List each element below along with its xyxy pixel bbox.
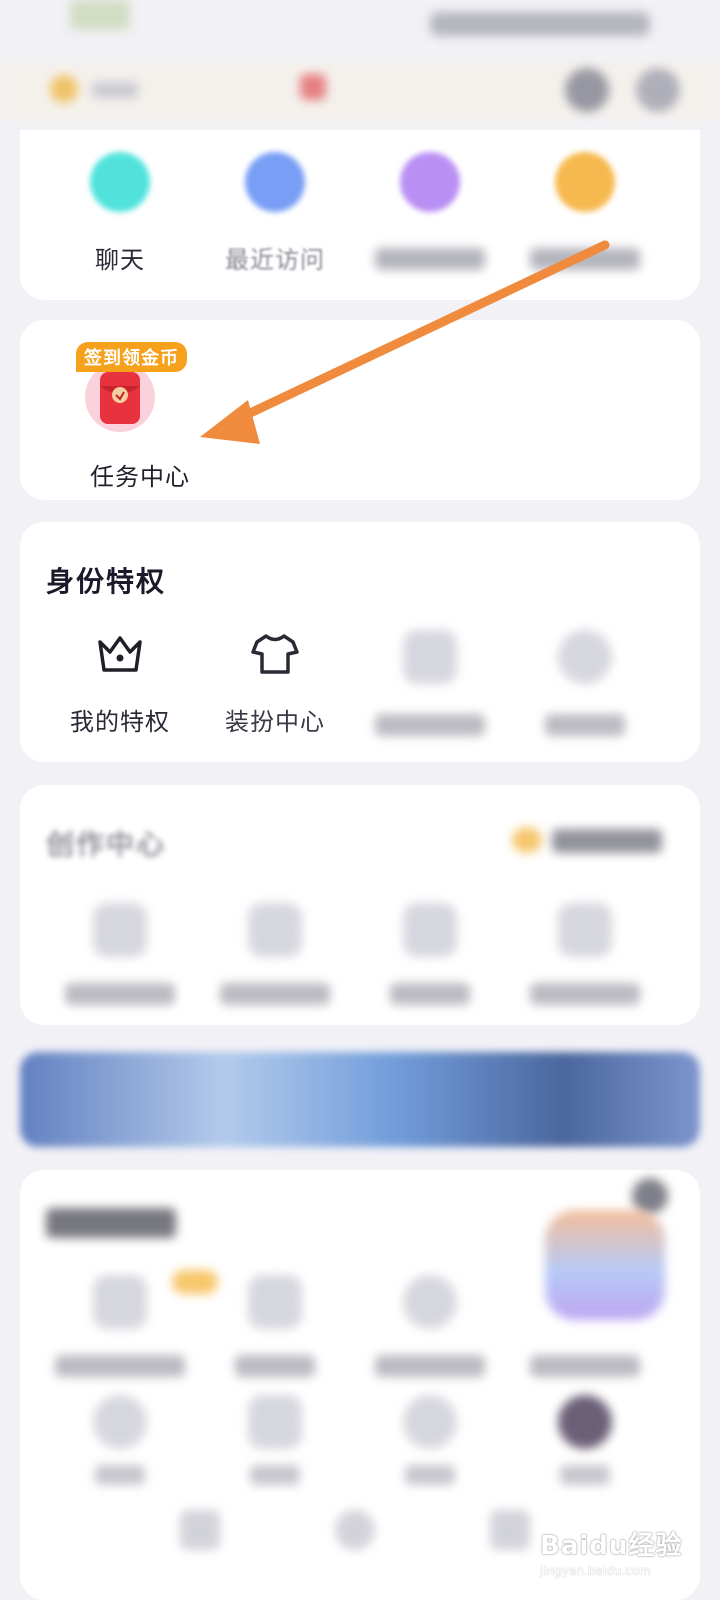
- header-text-left: [92, 82, 138, 98]
- privilege-entry-3-label: [375, 714, 485, 736]
- blurred-icon: [403, 1395, 457, 1449]
- nav-recent-icon[interactable]: [490, 1510, 530, 1550]
- function-entry-3[interactable]: [350, 1275, 510, 1377]
- function-entry-2[interactable]: [195, 1275, 355, 1377]
- function-entry-1-label: [55, 1355, 185, 1377]
- creation-entry-4[interactable]: [505, 903, 665, 1005]
- function-entry-4[interactable]: [505, 1275, 665, 1377]
- purple-icon: [400, 152, 460, 212]
- nav-home-icon[interactable]: [335, 1510, 375, 1550]
- blurred-icon: [248, 1275, 302, 1329]
- blurred-icon: [558, 630, 612, 684]
- blurred-icon: [93, 1395, 147, 1449]
- watermark-url: jingyan.baidu.com: [540, 1564, 651, 1578]
- status-right-icons: [430, 12, 650, 36]
- creation-entry-3[interactable]: [350, 903, 510, 1005]
- avatar-icon[interactable]: [565, 68, 609, 112]
- top-header: [0, 60, 720, 120]
- blurred-icon: [403, 903, 457, 957]
- promo-banner[interactable]: [20, 1052, 700, 1147]
- privilege-entry-3[interactable]: [350, 630, 510, 736]
- settings-icon[interactable]: [636, 68, 680, 112]
- baidu-watermark: Baidu经验 jingyan.baidu.com: [540, 1525, 710, 1585]
- function-entry-5-label: [95, 1465, 145, 1485]
- creation-entry-2-label: [220, 983, 330, 1005]
- recent-visits-icon: [245, 152, 305, 212]
- dress-up-center-label: 装扮中心: [225, 708, 325, 736]
- function-entry-6[interactable]: [195, 1395, 355, 1485]
- blurred-icon: [93, 903, 147, 957]
- task-center-label: 任务中心: [90, 463, 190, 491]
- blurred-icon: [403, 630, 457, 684]
- function-entry-2-label: [235, 1355, 315, 1377]
- dress-up-center-entry[interactable]: 装扮中心: [195, 630, 355, 737]
- creation-entry-1-label: [65, 983, 175, 1005]
- blurred-icon: [93, 1275, 147, 1329]
- crown-icon: [98, 636, 142, 672]
- creation-entry-4-label: [530, 983, 640, 1005]
- annotation-arrow: [200, 240, 610, 444]
- function-entry-8[interactable]: [505, 1395, 665, 1485]
- task-center-card: 签到领金币 任务中心: [20, 240, 700, 500]
- function-entry-7[interactable]: [350, 1395, 510, 1485]
- close-icon[interactable]: [632, 1178, 668, 1214]
- blurred-icon: [403, 1275, 457, 1329]
- function-entry-3-label: [375, 1355, 485, 1377]
- function-entry-6-label: [250, 1465, 300, 1485]
- blurred-icon: [248, 1395, 302, 1449]
- avatar: [558, 1395, 612, 1449]
- orange-icon: [555, 152, 615, 212]
- privilege-entry-4-label: [545, 714, 625, 736]
- chat-icon: [90, 152, 150, 212]
- function-entry-4-label: [530, 1355, 640, 1377]
- privilege-entry-4[interactable]: [505, 630, 665, 736]
- privileges-title: 身份特权: [46, 565, 167, 598]
- more-functions-title: [46, 1208, 176, 1238]
- creation-link-text: [552, 829, 662, 853]
- blurred-icon: [558, 903, 612, 957]
- function-entry-5[interactable]: [40, 1395, 200, 1485]
- tshirt-icon: [251, 634, 299, 674]
- creation-link-icon: [512, 827, 542, 853]
- creation-entry-2[interactable]: [195, 903, 355, 1005]
- status-left-icon: [70, 0, 130, 30]
- blurred-icon: [248, 903, 302, 957]
- creation-card: 创作中心: [20, 785, 700, 1025]
- function-entry-7-label: [405, 1465, 455, 1485]
- watermark-text: Baidu经验: [540, 1531, 683, 1561]
- creation-entry-3-label: [390, 983, 470, 1005]
- privileges-card: 身份特权 我的特权 装扮中心: [20, 522, 700, 762]
- coin-icon[interactable]: [50, 75, 78, 103]
- function-entry-8-label: [560, 1465, 610, 1485]
- creation-entry-1[interactable]: [40, 903, 200, 1005]
- my-privileges-label: 我的特权: [70, 708, 170, 736]
- status-bar: [0, 0, 720, 50]
- my-privileges-entry[interactable]: 我的特权: [40, 630, 200, 737]
- creation-right-link[interactable]: [512, 825, 662, 855]
- creation-title: 创作中心: [46, 828, 167, 861]
- nav-back-icon[interactable]: [180, 1510, 220, 1550]
- gift-icon[interactable]: [300, 74, 326, 100]
